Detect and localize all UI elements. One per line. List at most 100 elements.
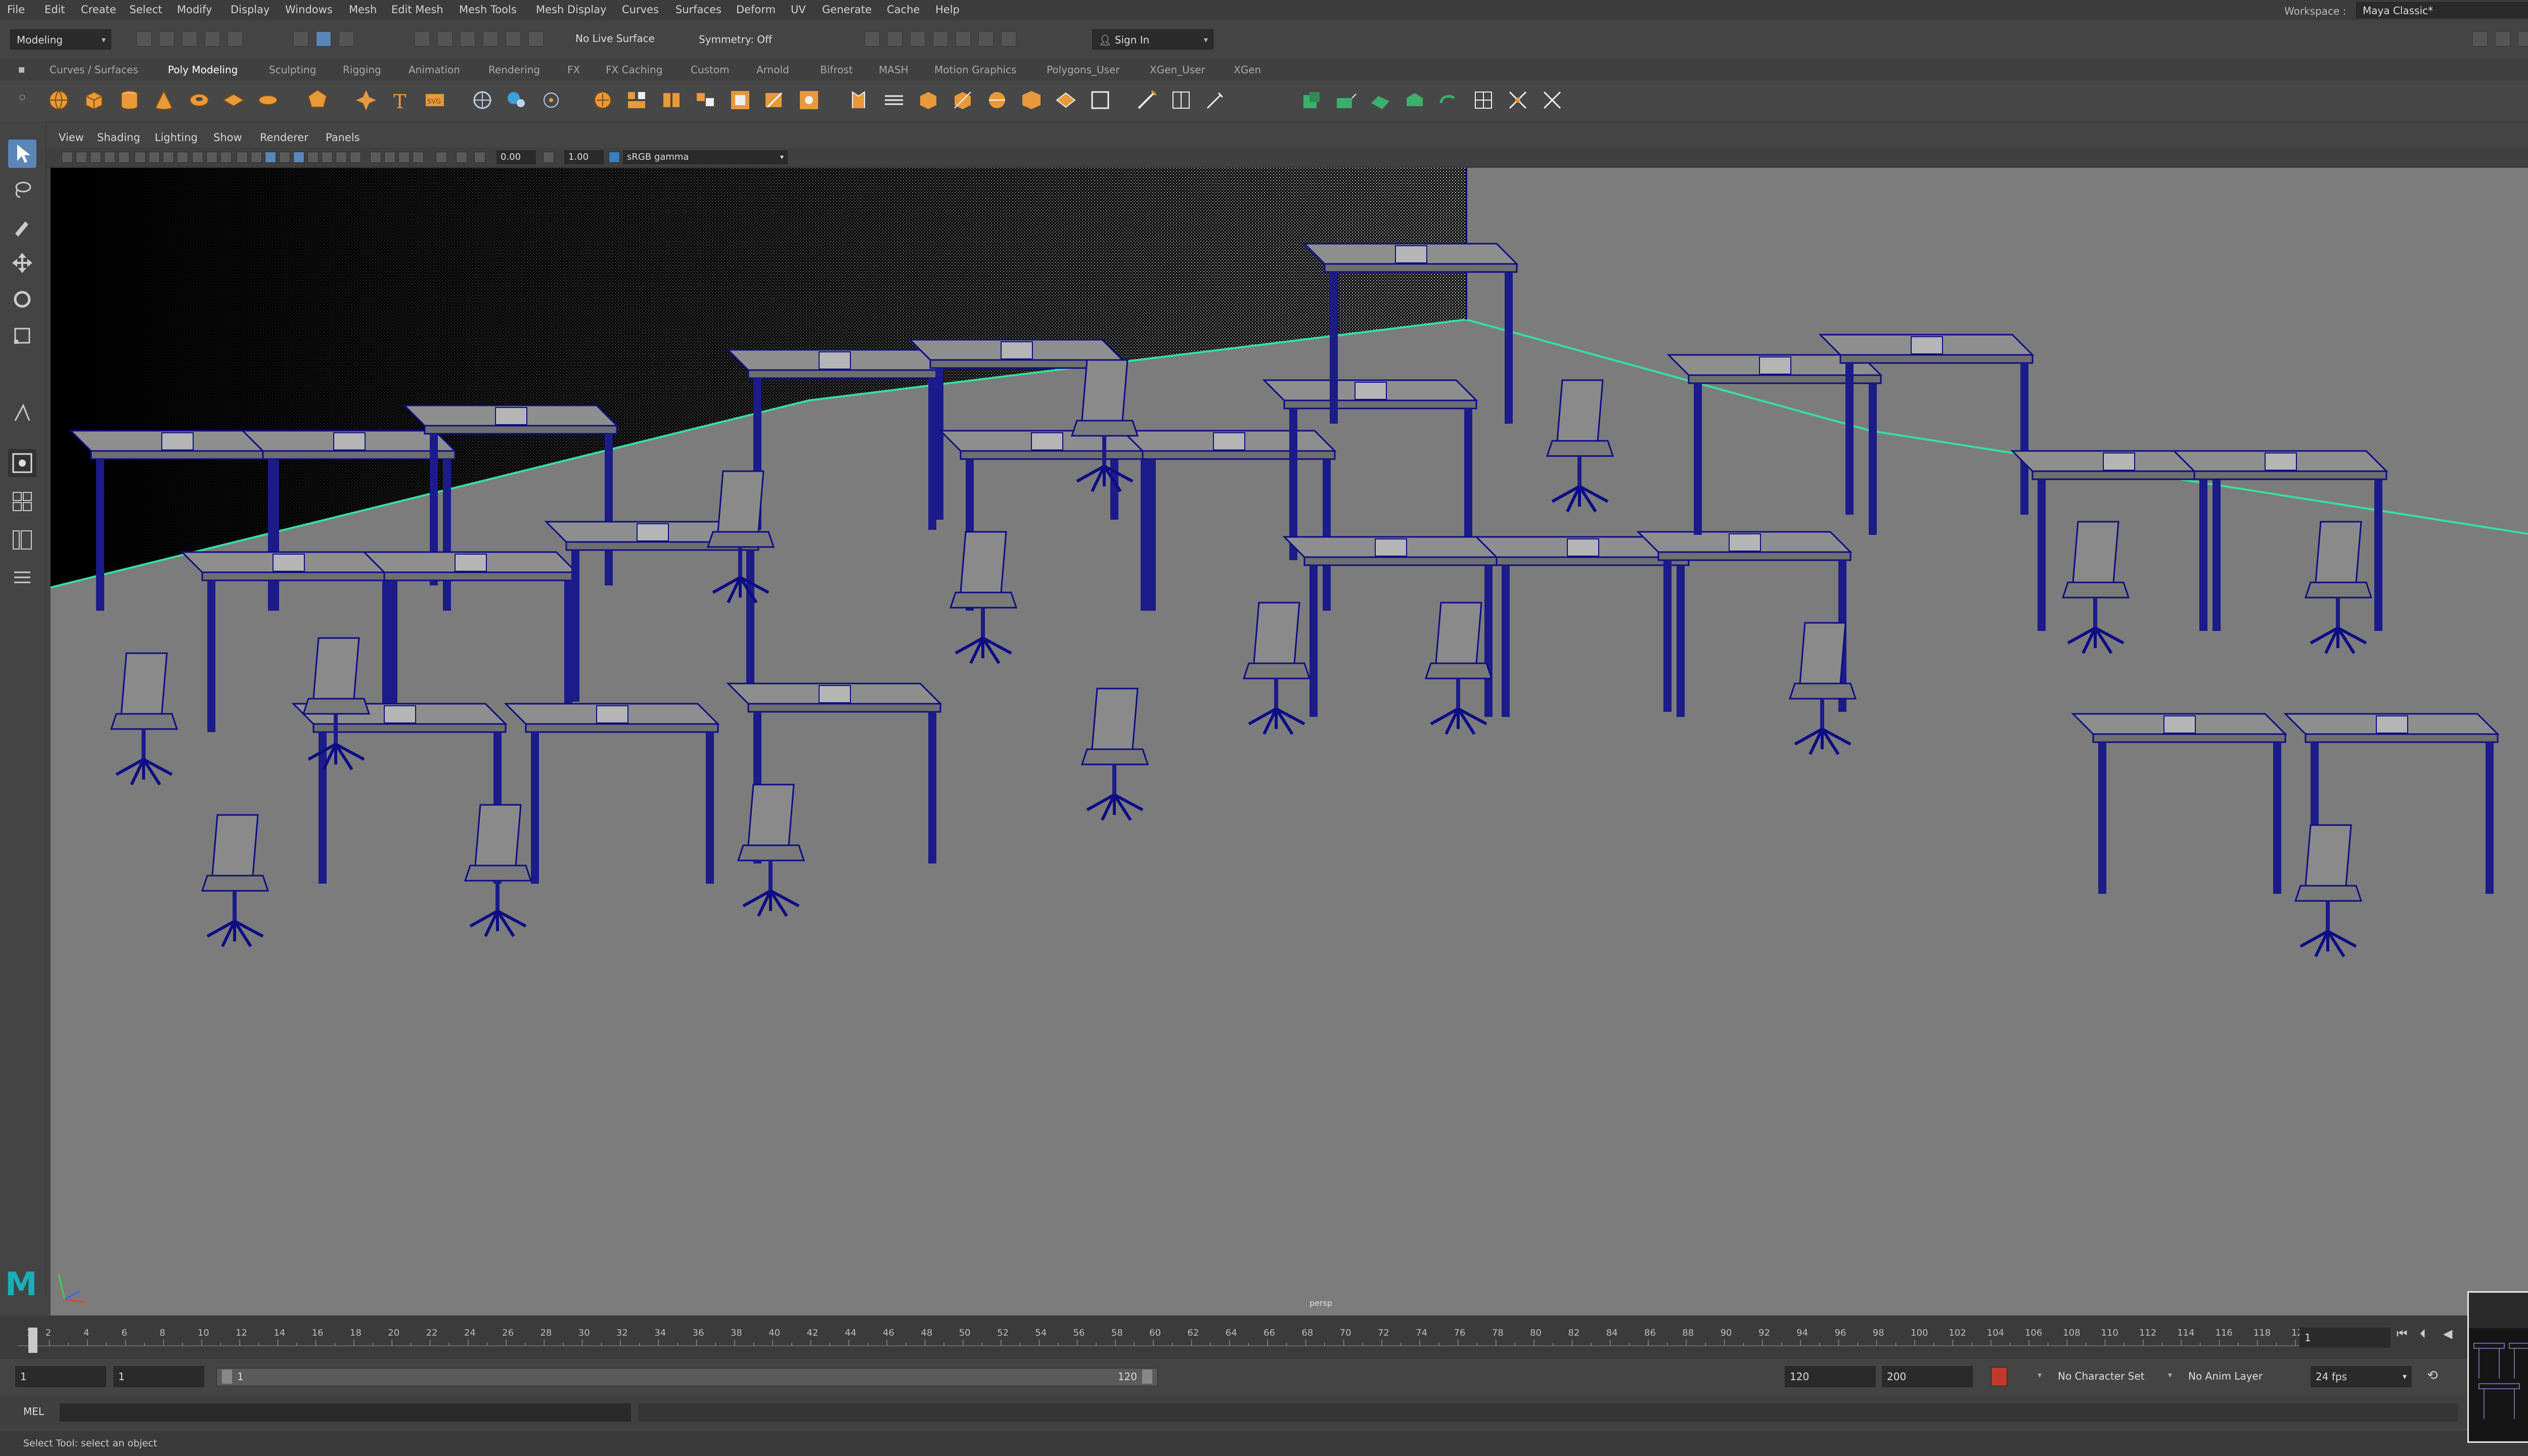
auto-key-icon[interactable] [1991,1367,2007,1386]
platonic-solid-icon[interactable] [305,88,330,112]
end-time-field[interactable]: 120 [1785,1366,1876,1387]
bevel-icon[interactable] [659,88,684,112]
panel-menu-renderer[interactable]: Renderer [260,131,308,144]
super-shape-icon[interactable] [354,88,378,112]
safe-action-icon[interactable] [206,152,217,163]
poly-type-icon[interactable]: T [388,88,413,112]
live-surface-label[interactable]: No Live Surface [575,32,655,44]
shelf-options-icon[interactable]: ■ [18,66,25,74]
select-by-hierarchy-icon[interactable] [293,31,308,47]
grid-icon[interactable] [134,152,146,163]
color-management-icon[interactable] [609,152,620,163]
smooth-shade-all-icon[interactable] [251,152,262,163]
menu-create[interactable]: Create [81,4,116,16]
wedge-icon[interactable] [1054,88,1078,112]
poly-cube-icon[interactable] [82,88,106,112]
exposure-field[interactable]: 0.00 [496,150,536,164]
go-to-start-icon[interactable]: ⏮︎ [2397,1327,2408,1341]
poly-torus-icon[interactable] [187,88,211,112]
fill-hole-icon[interactable] [728,88,752,112]
chevron-down-icon[interactable]: ▾ [2038,1370,2042,1380]
pause-icon[interactable] [1001,31,1016,47]
paint-select-tool-icon[interactable] [8,212,36,241]
range-end-handle[interactable] [1142,1370,1152,1384]
grease-pencil-icon[interactable] [118,152,129,163]
range-slider[interactable]: 1 120 [216,1368,1158,1386]
panel-menu-lighting[interactable]: Lighting [155,131,198,144]
lasso-tool-icon[interactable] [8,176,36,204]
tab-fx-caching[interactable]: FX Caching [606,64,662,76]
panel-menu-shading[interactable]: Shading [97,131,140,144]
poly-disc-icon[interactable] [256,88,280,112]
symmetry-dropdown[interactable]: Symmetry: Off [693,29,829,50]
svg-tool-icon[interactable]: SVG [423,88,447,112]
save-scene-icon[interactable] [182,31,197,47]
menu-curves[interactable]: Curves [622,4,659,16]
poke-icon[interactable] [1019,88,1044,112]
cut-faces-icon[interactable] [1540,88,1564,112]
four-view-layout-icon[interactable] [8,487,36,516]
bridge-icon[interactable] [625,88,649,112]
menu-edit[interactable]: Edit [44,4,65,16]
tab-sculpting[interactable]: Sculpting [269,64,316,76]
time-slider[interactable]: 1246810121416182022242628303234363840424… [0,1315,2528,1359]
sculpt-icon[interactable] [916,88,940,112]
panel-menu-view[interactable]: View [59,131,84,144]
snap-curve-icon[interactable] [437,31,453,47]
render-thumbnail[interactable] [2467,1291,2528,1443]
gamma-field[interactable]: 1.00 [564,150,604,164]
wireframe-icon[interactable] [237,152,248,163]
xray-active-components-icon[interactable] [436,152,447,163]
menu-file[interactable]: File [7,4,25,16]
camera-bookmark-icon[interactable] [76,152,87,163]
unfold-icon[interactable] [1203,88,1228,112]
poly-sphere-icon[interactable] [47,88,71,112]
persp-viewport[interactable]: persp [51,168,2528,1315]
gamma-icon[interactable] [543,152,554,163]
snap-grid-icon[interactable] [415,31,430,47]
tab-rigging[interactable]: Rigging [343,64,381,76]
tab-polygons-user[interactable]: Polygons_User [1047,64,1120,76]
anim-end-field[interactable]: 200 [1882,1366,1973,1387]
attribute-editor-icon[interactable] [2495,31,2510,47]
redo-icon[interactable] [228,31,243,47]
play-backward-icon[interactable]: ◀︎ [2443,1327,2452,1341]
offset-edge-loop-icon[interactable] [882,88,906,112]
menu-surfaces[interactable]: Surfaces [675,4,721,16]
step-back-icon[interactable]: ⏴︎ [2420,1327,2426,1341]
use-all-lights-icon[interactable] [293,152,304,163]
camera-attributes-icon[interactable] [62,152,73,163]
menu-modify[interactable]: Modify [177,4,212,16]
menu-cache[interactable]: Cache [887,4,920,16]
sign-in-dropdown[interactable]: 👤︎ Sign In ▾ [1092,29,1213,50]
render-view-icon[interactable] [978,31,994,47]
menu-help[interactable]: Help [935,4,960,16]
tab-xgen-user[interactable]: XGen_User [1150,64,1205,76]
combine-icon[interactable] [470,88,494,112]
xray-joints-icon[interactable] [413,152,424,163]
quad-draw-icon[interactable] [1299,88,1324,112]
tab-motion-graphics[interactable]: Motion Graphics [934,64,1016,76]
tab-rendering[interactable]: Rendering [488,64,540,76]
tab-xgen[interactable]: XGen [1234,64,1261,76]
make-live-icon[interactable] [1368,88,1392,112]
chevron-down-icon[interactable]: ▾ [2168,1370,2172,1380]
image-plane-icon[interactable] [90,152,101,163]
menu-mesh-tools[interactable]: Mesh Tools [459,4,517,16]
menu-mesh[interactable]: Mesh [349,4,377,16]
menu-mesh-display[interactable]: Mesh Display [536,4,606,16]
ipr-render-icon[interactable] [910,31,925,47]
snap-projected-center-icon[interactable] [528,31,544,47]
mel-label[interactable]: MEL [23,1405,44,1418]
open-scene-icon[interactable] [159,31,174,47]
scale-tool-icon[interactable] [8,322,36,350]
separate-icon[interactable] [505,88,529,112]
undo-icon[interactable] [205,31,220,47]
render-current-frame-icon[interactable] [887,31,902,47]
merge-icon[interactable] [797,88,821,112]
poly-plane-icon[interactable] [221,88,246,112]
current-frame-field[interactable]: 1 [2299,1328,2390,1348]
shadows-icon[interactable] [307,152,319,163]
anim-start-field[interactable]: 1 [113,1366,204,1387]
safe-title-icon[interactable] [220,152,232,163]
